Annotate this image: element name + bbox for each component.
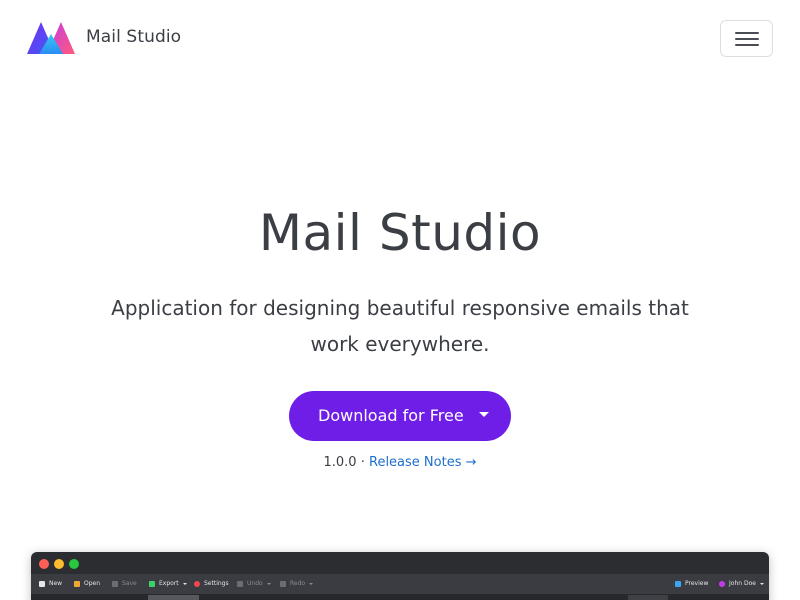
hero-subtitle: Application for designing beautiful resp…: [111, 296, 689, 356]
caret-down-icon: [759, 582, 764, 585]
preview-undo-item: Undo: [237, 580, 271, 587]
redo-icon: [280, 580, 286, 587]
preview-preview-label: Preview: [685, 580, 709, 587]
preview-settings-item: Settings: [194, 580, 229, 587]
preview-preview-item: Preview: [675, 580, 708, 587]
menu-toggle-button[interactable]: [720, 20, 773, 57]
preview-open-label: Open: [84, 580, 101, 587]
preview-settings-label: Settings: [204, 580, 229, 587]
hero-title: Mail Studio: [258, 204, 542, 262]
preview-side-tab: [628, 595, 668, 600]
app-preview-screenshot: New Open Save Export Settings Undo Redo: [31, 552, 769, 600]
version-number: 1.0.0: [323, 455, 357, 470]
avatar-icon: [719, 580, 725, 587]
export-icon: [149, 580, 155, 587]
caret-down-icon: [309, 582, 314, 585]
preview-new-label: New: [49, 580, 63, 587]
folder-icon: [74, 580, 80, 587]
preview-user-label: John Doe: [729, 580, 756, 587]
caret-down-icon: [182, 582, 187, 585]
download-button[interactable]: Download for Free: [289, 391, 511, 441]
preview-export-label: Export: [159, 580, 179, 587]
release-notes-link[interactable]: Release Notes →: [369, 455, 477, 470]
version-separator: ·: [360, 455, 365, 470]
window-minimize-dot: [54, 559, 64, 569]
monitor-icon: [675, 580, 681, 587]
caret-down-icon[interactable]: [479, 412, 489, 417]
save-icon: [112, 580, 118, 587]
navbar: Mail Studio: [0, 0, 800, 78]
mail-studio-logo-icon: [27, 22, 75, 54]
preview-export-item: Export: [149, 580, 187, 587]
undo-icon: [237, 580, 243, 587]
preview-user-item: John Doe: [719, 580, 764, 587]
preview-new-item: New: [39, 580, 62, 587]
window-close-dot: [39, 559, 49, 569]
caret-down-icon: [266, 582, 271, 585]
download-button-label: Download for Free: [318, 406, 464, 425]
preview-save-label: Save: [122, 580, 137, 587]
file-icon: [39, 580, 45, 587]
preview-undo-label: Undo: [247, 580, 263, 587]
brand-name: Mail Studio: [86, 27, 182, 47]
preview-tab-row: [31, 594, 769, 600]
preview-open-item: Open: [74, 580, 100, 587]
preview-toolbar: New Open Save Export Settings Undo Redo: [31, 574, 769, 594]
preview-save-item: Save: [112, 580, 137, 587]
version-line: 1.0.0 · Release Notes →: [0, 455, 800, 470]
brand-link[interactable]: Mail Studio: [27, 20, 181, 54]
settings-icon: [194, 580, 200, 587]
hamburger-menu-icon: [734, 31, 759, 46]
preview-active-tab: [148, 595, 199, 600]
preview-redo-item: Redo: [280, 580, 314, 587]
preview-redo-label: Redo: [290, 580, 306, 587]
window-zoom-dot: [69, 559, 79, 569]
